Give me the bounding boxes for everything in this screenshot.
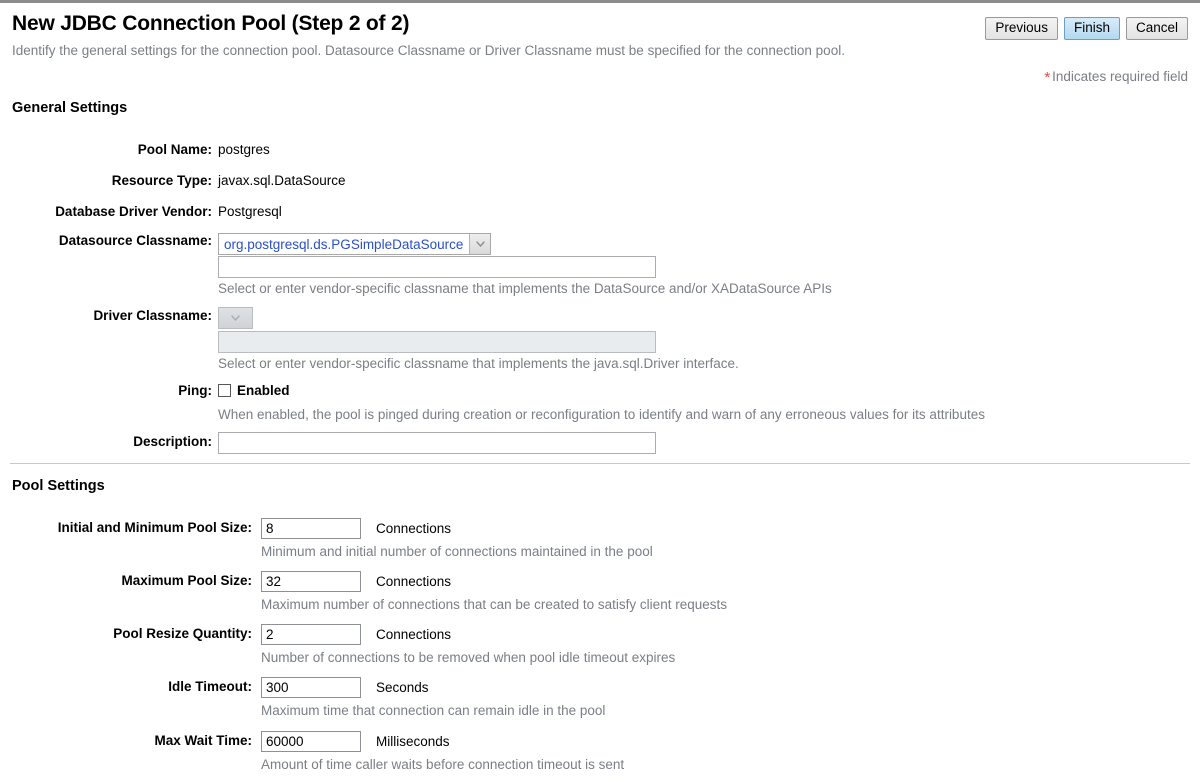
previous-button[interactable]: Previous [985,17,1058,40]
datasource-classname-input[interactable] [218,256,656,278]
database-driver-vendor-value: Postgresql [218,204,282,219]
datasource-classname-selected-value: org.postgresql.ds.PGSimpleDataSource [224,236,464,252]
resource-type-value: javax.sql.DataSource [218,173,346,188]
driver-classname-input[interactable] [218,331,656,353]
maximum-pool-size-help: Maximum number of connections that can b… [261,597,727,612]
initial-minimum-pool-size-label: Initial and Minimum Pool Size: [57,520,252,535]
max-wait-time-input[interactable] [261,731,361,752]
required-field-note: * Indicates required field [0,58,1200,86]
idle-timeout-label: Idle Timeout: [168,679,252,694]
datasource-classname-help: Select or enter vendor-specific classnam… [218,281,832,296]
description-label: Description: [133,434,212,449]
initial-minimum-pool-size-unit: Connections [376,521,452,536]
driver-classname-help: Select or enter vendor-specific classnam… [218,356,739,371]
idle-timeout-input[interactable] [261,677,361,698]
chevron-down-icon [469,234,491,254]
maximum-pool-size-unit: Connections [376,574,452,589]
page-subtitle: Identify the general settings for the co… [12,43,845,58]
maximum-pool-size-input[interactable] [261,571,361,592]
max-wait-time-unit: Milliseconds [376,734,450,749]
datasource-classname-label: Datasource Classname: [58,233,212,248]
max-wait-time-help: Amount of time caller waits before conne… [261,757,625,772]
max-wait-time-label: Max Wait Time: [154,733,252,748]
driver-classname-label: Driver Classname: [93,308,212,323]
initial-minimum-pool-size-help: Minimum and initial number of connection… [261,544,653,559]
initial-minimum-pool-size-input[interactable] [261,518,361,539]
pool-name-value: postgres [218,142,270,157]
pool-name-label: Pool Name: [137,142,212,157]
idle-timeout-help: Maximum time that connection can remain … [261,703,606,718]
finish-button[interactable]: Finish [1063,17,1120,40]
pool-settings-form: Initial and Minimum Pool Size: Connectio… [0,494,1200,772]
resource-type-label: Resource Type: [111,173,212,188]
ping-help: When enabled, the pool is pinged during … [218,407,985,422]
page-header: New JDBC Connection Pool (Step 2 of 2) I… [0,3,1200,58]
ping-label: Ping: [178,383,212,398]
pool-resize-quantity-label: Pool Resize Quantity: [113,626,252,641]
ping-enabled-label: Enabled [237,383,290,398]
database-driver-vendor-label: Database Driver Vendor: [55,204,212,219]
jdbc-connection-pool-wizard: New JDBC Connection Pool (Step 2 of 2) I… [0,3,1200,772]
pool-resize-quantity-help: Number of connections to be removed when… [261,650,676,665]
ping-enabled-checkbox-wrapper[interactable]: Enabled [218,383,290,398]
idle-timeout-unit: Seconds [376,680,429,695]
required-note-text: Indicates required field [1052,69,1188,84]
general-settings-form: Pool Name: postgres Resource Type: javax… [0,116,1200,471]
driver-classname-select[interactable] [218,307,253,329]
general-settings-heading: General Settings [12,100,128,116]
required-asterisk-icon: * [1044,69,1051,86]
maximum-pool-size-label: Maximum Pool Size: [121,573,252,588]
datasource-classname-select[interactable]: org.postgresql.ds.PGSimpleDataSource [218,233,492,255]
description-input[interactable] [218,432,656,454]
ping-enabled-checkbox[interactable] [218,384,231,397]
wizard-button-bar: Previous Finish Cancel [985,17,1188,40]
chevron-down-icon [219,308,252,328]
pool-resize-quantity-input[interactable] [261,624,361,645]
pool-resize-quantity-unit: Connections [376,627,452,642]
cancel-button[interactable]: Cancel [1125,17,1188,40]
pool-settings-heading: Pool Settings [12,478,105,494]
